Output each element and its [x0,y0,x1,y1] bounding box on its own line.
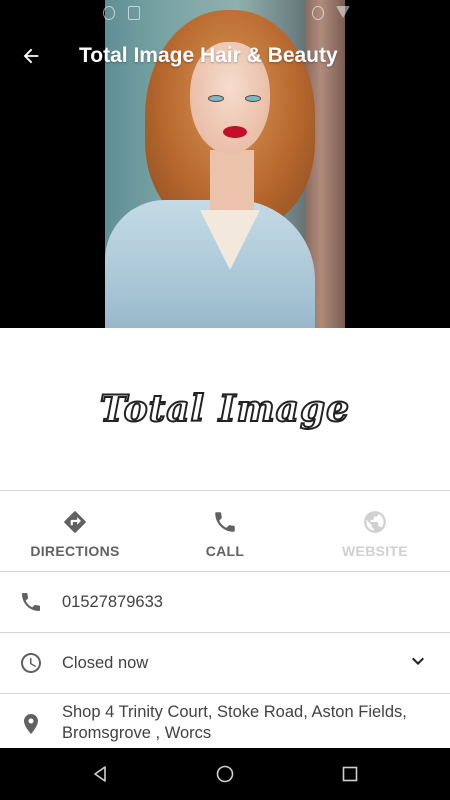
location-pin-icon [24,714,38,734]
address-row[interactable]: Shop 4 Trinity Court, Stoke Road, Aston … [0,702,450,748]
globe-icon [364,511,386,533]
download-icon [128,6,140,20]
do-not-disturb-icon [312,6,324,20]
system-navigation-bar [0,748,450,800]
chevron-down-icon [412,657,424,665]
arrow-back-icon [23,48,39,64]
status-circle-icon [103,6,115,20]
phone-row[interactable]: 01527879633 [0,572,450,632]
phone-number: 01527879633 [62,592,163,611]
website-button[interactable]: WEBSITE [300,491,450,571]
directions-label: DIRECTIONS [30,543,120,559]
nav-back-icon[interactable] [90,764,110,784]
nav-home-icon[interactable] [215,764,235,784]
address-line-1: Shop 4 Trinity Court, Stoke Road, Aston … [62,703,407,721]
app-bar: Total Image Hair & Beauty [0,28,450,84]
phone-icon [215,512,235,532]
hours-row[interactable]: Closed now [0,633,450,693]
action-bar: DIRECTIONS CALL WEBSITE [0,491,450,571]
divider [0,693,450,694]
directions-icon [64,511,86,533]
signal-icon [336,6,350,18]
clock-icon [21,653,41,673]
status-bar [0,6,450,22]
hours-status: Closed now [62,653,149,672]
page-title: Total Image Hair & Beauty [79,44,338,67]
website-label: WEBSITE [342,543,408,559]
call-label: CALL [205,543,245,559]
business-logo: Total Image [99,387,351,431]
call-button[interactable]: CALL [150,491,300,571]
address-line-2: Bromsgrove , Worcs [62,724,212,742]
expand-hours-button[interactable] [406,649,430,678]
back-button[interactable] [0,28,62,84]
directions-button[interactable]: DIRECTIONS [0,491,150,571]
business-logo-section: Total Image [0,328,450,490]
phone-icon [22,593,40,611]
nav-recents-icon[interactable] [340,764,360,784]
